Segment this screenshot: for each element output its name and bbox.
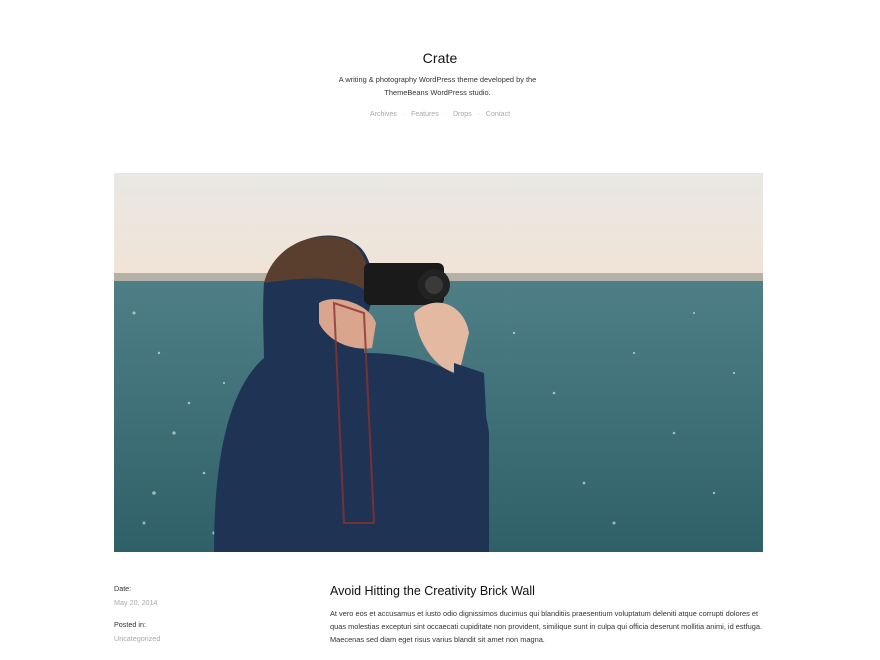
site-description: A writing & photography WordPress theme …: [338, 75, 537, 97]
nav-separator: ·: [402, 111, 406, 118]
main-nav: Archives · Features · Drops · Contact: [0, 111, 880, 118]
category-link[interactable]: Uncategorized: [114, 634, 294, 643]
nav-separator: ·: [477, 111, 480, 118]
nav-item-archives[interactable]: Archives: [370, 111, 397, 118]
site-title[interactable]: Crate: [0, 50, 880, 66]
date-label: Date:: [114, 584, 132, 593]
nav-separator: ·: [444, 111, 447, 118]
post-meta: Date: May 20, 2014 Posted in: Uncategori…: [114, 584, 294, 643]
post-excerpt: At vero eos et accusamus et iusto odio d…: [330, 609, 763, 644]
featured-photo: [114, 173, 763, 552]
nav-item-features[interactable]: Features: [411, 111, 439, 118]
post-title[interactable]: Avoid Hitting the Creativity Brick Wall: [330, 584, 765, 598]
date-value[interactable]: May 20, 2014: [114, 598, 294, 607]
posted-in-label: Posted in:: [114, 620, 146, 629]
nav-item-drops[interactable]: Drops: [453, 111, 472, 118]
featured-image[interactable]: [114, 173, 763, 552]
post: Avoid Hitting the Creativity Brick Wall …: [330, 584, 765, 646]
nav-item-contact[interactable]: Contact: [486, 111, 510, 118]
